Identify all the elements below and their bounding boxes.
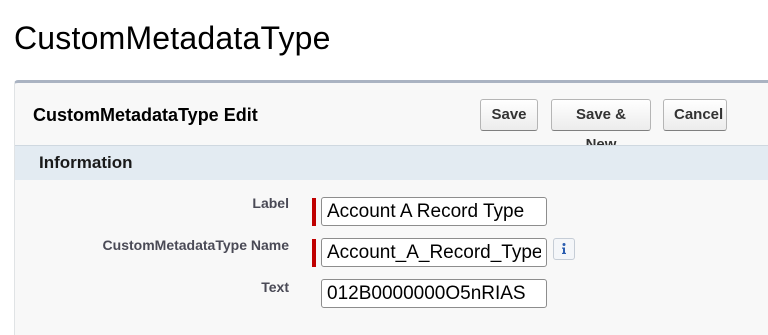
label-field-label: Label	[252, 195, 289, 211]
text-input[interactable]	[321, 279, 547, 308]
save-button[interactable]: Save	[480, 99, 538, 131]
text-field-label: Text	[261, 279, 289, 295]
custom-metadata-type-name-input[interactable]	[321, 238, 547, 267]
label-input[interactable]	[321, 197, 547, 226]
section-title: Information	[39, 153, 133, 172]
info-icon[interactable]	[553, 238, 575, 260]
save-and-new-button[interactable]: Save & New	[551, 99, 651, 153]
panel-title: CustomMetadataType Edit	[33, 105, 258, 125]
section-header-information: Information	[15, 145, 768, 180]
required-marker	[312, 239, 316, 267]
cancel-button[interactable]: Cancel	[663, 99, 727, 131]
panel-header: CustomMetadataType Edit Save Save & New …	[15, 83, 768, 153]
edit-panel: CustomMetadataType Edit Save Save & New …	[14, 80, 768, 335]
name-field-label: CustomMetadataType Name	[102, 237, 289, 253]
page-title: CustomMetadataType	[14, 20, 331, 56]
required-marker	[312, 198, 316, 226]
